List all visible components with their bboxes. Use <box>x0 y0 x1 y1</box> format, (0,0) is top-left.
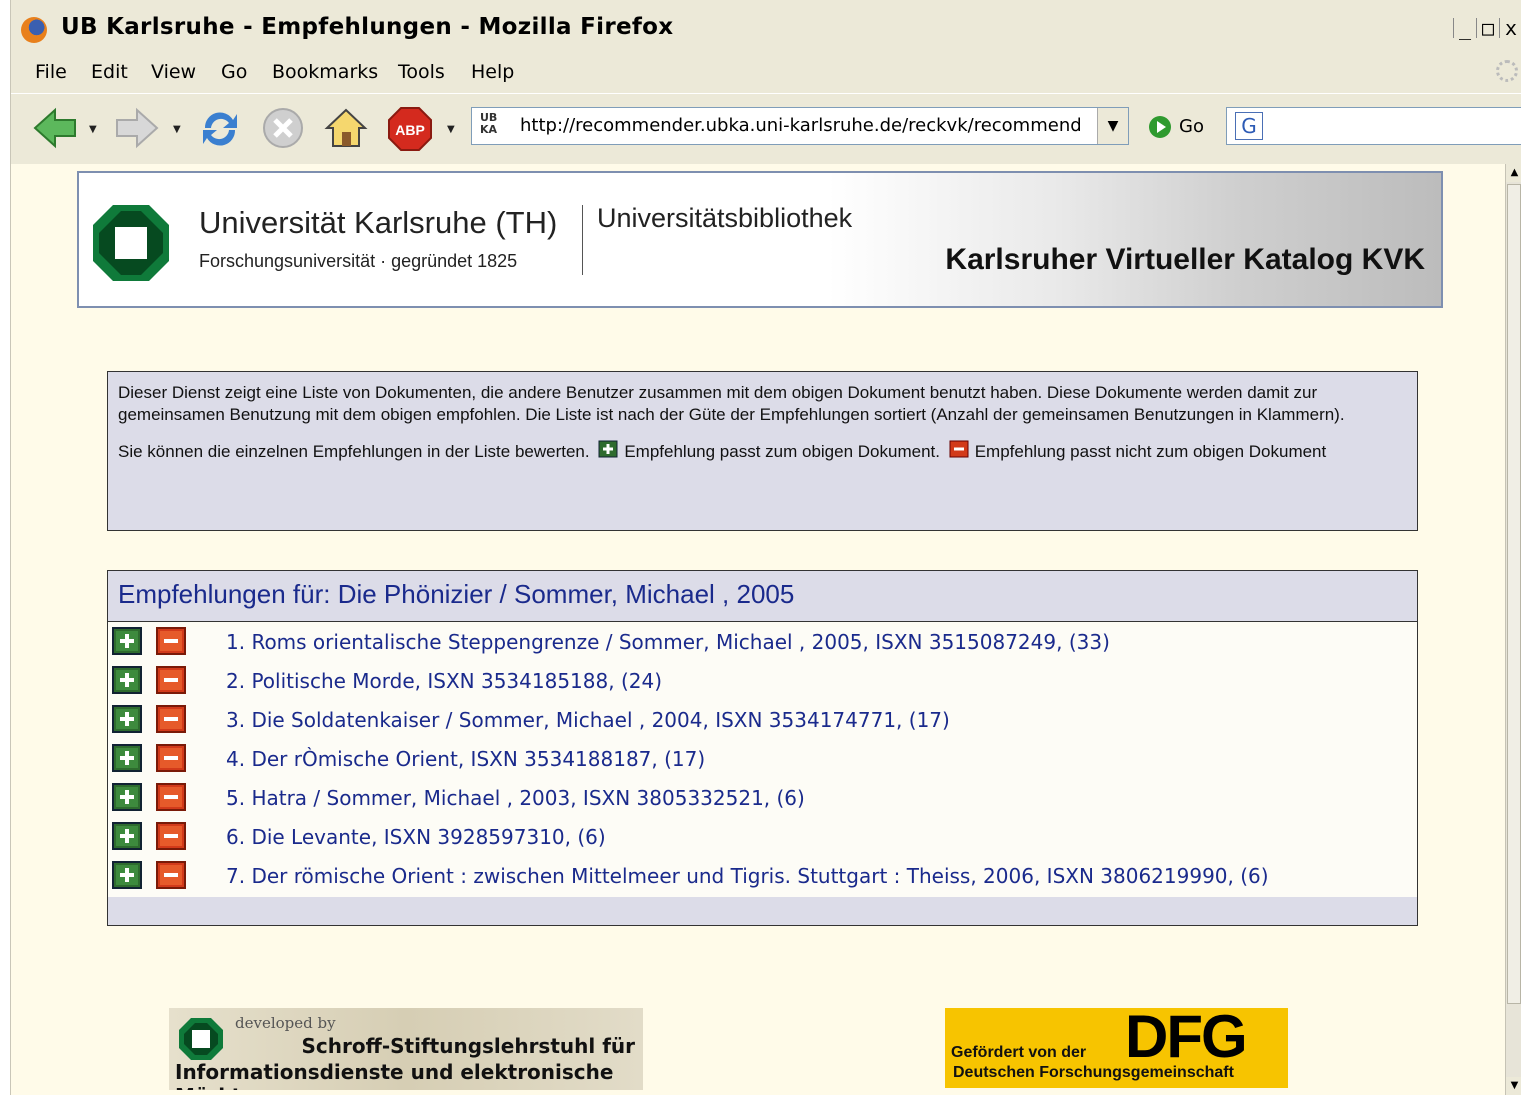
adblock-label: ABP <box>395 122 425 138</box>
menu-go[interactable]: Go <box>221 61 247 83</box>
banner-divider <box>582 205 583 275</box>
chair-name-line1: Schroff-Stiftungslehrstuhl für <box>301 1034 635 1058</box>
window-controls: _ □ x <box>1453 18 1521 38</box>
window-title: UB Karlsruhe - Empfehlungen - Mozilla Fi… <box>61 14 674 40</box>
info-box: Dieser Dienst zeigt eine Liste von Dokum… <box>107 371 1418 531</box>
go-button[interactable]: Go <box>1149 116 1204 138</box>
developed-by-label: developed by <box>235 1014 336 1032</box>
close-button[interactable]: x <box>1499 18 1521 38</box>
scroll-thumb[interactable] <box>1507 184 1521 1004</box>
menu-file[interactable]: File <box>35 61 67 83</box>
rate-good-plus-icon[interactable] <box>112 627 142 655</box>
university-subtitle: Forschungsuniversität · gegründet 1825 <box>199 251 518 271</box>
search-box[interactable]: G <box>1226 107 1521 145</box>
dfg-logo[interactable]: DFG Gefördert von der Deutschen Forschun… <box>945 1008 1288 1088</box>
navigation-toolbar: ▼ ▼ ABP ▼ UB KA http://recommender.ubka.… <box>11 93 1521 165</box>
rate-bad-minus-icon[interactable] <box>156 822 186 850</box>
dfg-full-name: Deutschen Forschungsgemeinschaft <box>953 1064 1234 1081</box>
menu-bookmarks[interactable]: Bookmarks <box>272 61 378 83</box>
home-icon[interactable] <box>323 106 369 150</box>
recommendation-link[interactable]: 2. Politische Morde, ISXN 3534185188, (2… <box>226 669 662 693</box>
reload-icon[interactable] <box>197 106 243 152</box>
recommendations-list: 1. Roms orientalische Steppengrenze / So… <box>108 627 1417 897</box>
list-item: 1. Roms orientalische Steppengrenze / So… <box>108 627 1417 666</box>
rate-bad-minus-icon[interactable] <box>156 705 186 733</box>
site-favicon: UB KA <box>480 111 498 136</box>
rate-good-plus-icon[interactable] <box>112 822 142 850</box>
scroll-down-arrow-icon[interactable]: ▼ <box>1506 1077 1521 1095</box>
university-logo-icon[interactable] <box>91 203 171 283</box>
browser-window: UB Karlsruhe - Empfehlungen - Mozilla Fi… <box>10 0 1521 1095</box>
recommendations-panel: Empfehlungen für: Die Phönizier / Sommer… <box>107 570 1418 926</box>
recommendation-link[interactable]: 7. Der römische Orient : zwischen Mittel… <box>226 864 1269 888</box>
recommendation-link[interactable]: 3. Die Soldatenkaiser / Sommer, Michael … <box>226 708 950 732</box>
list-item: 2. Politische Morde, ISXN 3534185188, (2… <box>108 666 1417 705</box>
back-arrow-icon[interactable] <box>31 106 79 150</box>
recommendations-footer <box>108 897 1417 925</box>
rate-good-plus-icon[interactable] <box>112 744 142 772</box>
minus-explanation: Empfehlung passt nicht zum obigen Dokume… <box>974 442 1327 461</box>
plus-icon <box>598 440 618 458</box>
scroll-up-arrow-icon[interactable]: ▲ <box>1506 164 1521 182</box>
rate-bad-minus-icon[interactable] <box>156 861 186 889</box>
university-name: Universität Karlsruhe (TH) <box>199 205 558 240</box>
rate-bad-minus-icon[interactable] <box>156 627 186 655</box>
recommendations-header: Empfehlungen für: Die Phönizier / Sommer… <box>108 571 1417 622</box>
url-input[interactable]: http://recommender.ubka.uni-karlsruhe.de… <box>520 115 1080 136</box>
rating-intro: Sie können die einzelnen Empfehlungen in… <box>118 442 590 461</box>
rate-good-plus-icon[interactable] <box>112 705 142 733</box>
page-content: Universität Karlsruhe (TH) Forschungsuni… <box>11 164 1505 1095</box>
dfg-wordmark: DFG <box>1125 1008 1248 1070</box>
info-description: Dieser Dienst zeigt eine Liste von Dokum… <box>118 383 1345 424</box>
minus-icon <box>949 440 969 458</box>
rate-good-plus-icon[interactable] <box>112 783 142 811</box>
info-rating-hint: Sie können die einzelnen Empfehlungen in… <box>118 440 1407 463</box>
forward-history-dropdown-icon[interactable]: ▼ <box>173 124 181 135</box>
stop-icon[interactable] <box>261 106 305 150</box>
recommendation-link[interactable]: 4. Der rÒmische Orient, ISXN 3534188187,… <box>226 747 705 771</box>
firefox-icon <box>21 17 47 43</box>
chair-logo-icon <box>179 1018 223 1060</box>
google-search-engine-icon[interactable]: G <box>1235 112 1263 140</box>
adblock-dropdown-icon[interactable]: ▼ <box>447 124 455 135</box>
title-bar: UB Karlsruhe - Empfehlungen - Mozilla Fi… <box>11 0 1521 54</box>
list-item: 4. Der rÒmische Orient, ISXN 3534188187,… <box>108 744 1417 783</box>
menu-edit[interactable]: Edit <box>91 61 128 83</box>
library-name: Universitätsbibliothek <box>597 203 853 233</box>
dfg-funded-label: Gefördert von der <box>951 1044 1087 1061</box>
url-bar[interactable]: UB KA http://recommender.ubka.uni-karlsr… <box>471 107 1129 145</box>
menu-view[interactable]: View <box>151 61 196 83</box>
recommendations-title: Empfehlungen für: Die Phönizier / Sommer… <box>118 579 795 609</box>
maximize-button[interactable]: □ <box>1476 18 1499 38</box>
go-label: Go <box>1179 116 1204 137</box>
chair-name-line2: Informationsdienste und elektronische Mä… <box>175 1060 614 1090</box>
menu-tools[interactable]: Tools <box>398 61 445 83</box>
plus-explanation: Empfehlung passt zum obigen Dokument. <box>624 442 940 461</box>
minimize-button[interactable]: _ <box>1453 18 1476 38</box>
rate-bad-minus-icon[interactable] <box>156 666 186 694</box>
menu-bar: File Edit View Go Bookmarks Tools Help <box>11 56 1521 90</box>
list-item: 3. Die Soldatenkaiser / Sommer, Michael … <box>108 705 1417 744</box>
header-banner: Universität Karlsruhe (TH) Forschungsuni… <box>77 171 1443 308</box>
rate-bad-minus-icon[interactable] <box>156 744 186 772</box>
rate-good-plus-icon[interactable] <box>112 666 142 694</box>
rate-bad-minus-icon[interactable] <box>156 783 186 811</box>
list-item: 5. Hatra / Sommer, Michael , 2003, ISXN … <box>108 783 1417 822</box>
list-item: 6. Die Levante, ISXN 3928597310, (6) <box>108 822 1417 861</box>
vertical-scrollbar[interactable]: ▲ ▼ <box>1505 164 1521 1095</box>
back-history-dropdown-icon[interactable]: ▼ <box>89 124 97 135</box>
recommendation-link[interactable]: 6. Die Levante, ISXN 3928597310, (6) <box>226 825 606 849</box>
recommendation-link[interactable]: 5. Hatra / Sommer, Michael , 2003, ISXN … <box>226 786 805 810</box>
developer-logo[interactable]: developed by Schroff-Stiftungslehrstuhl … <box>169 1008 643 1090</box>
catalog-name: Karlsruher Virtueller Katalog KVK <box>945 243 1425 276</box>
list-item: 7. Der römische Orient : zwischen Mittel… <box>108 861 1417 900</box>
recommendation-link[interactable]: 1. Roms orientalische Steppengrenze / So… <box>226 630 1110 654</box>
go-icon <box>1149 116 1171 138</box>
url-dropdown-button[interactable]: ▼ <box>1097 108 1128 144</box>
menu-help[interactable]: Help <box>471 61 514 83</box>
rate-good-plus-icon[interactable] <box>112 861 142 889</box>
throbber-icon <box>1496 60 1518 82</box>
forward-arrow-icon[interactable] <box>113 106 161 150</box>
adblock-icon[interactable]: ABP <box>387 106 433 152</box>
